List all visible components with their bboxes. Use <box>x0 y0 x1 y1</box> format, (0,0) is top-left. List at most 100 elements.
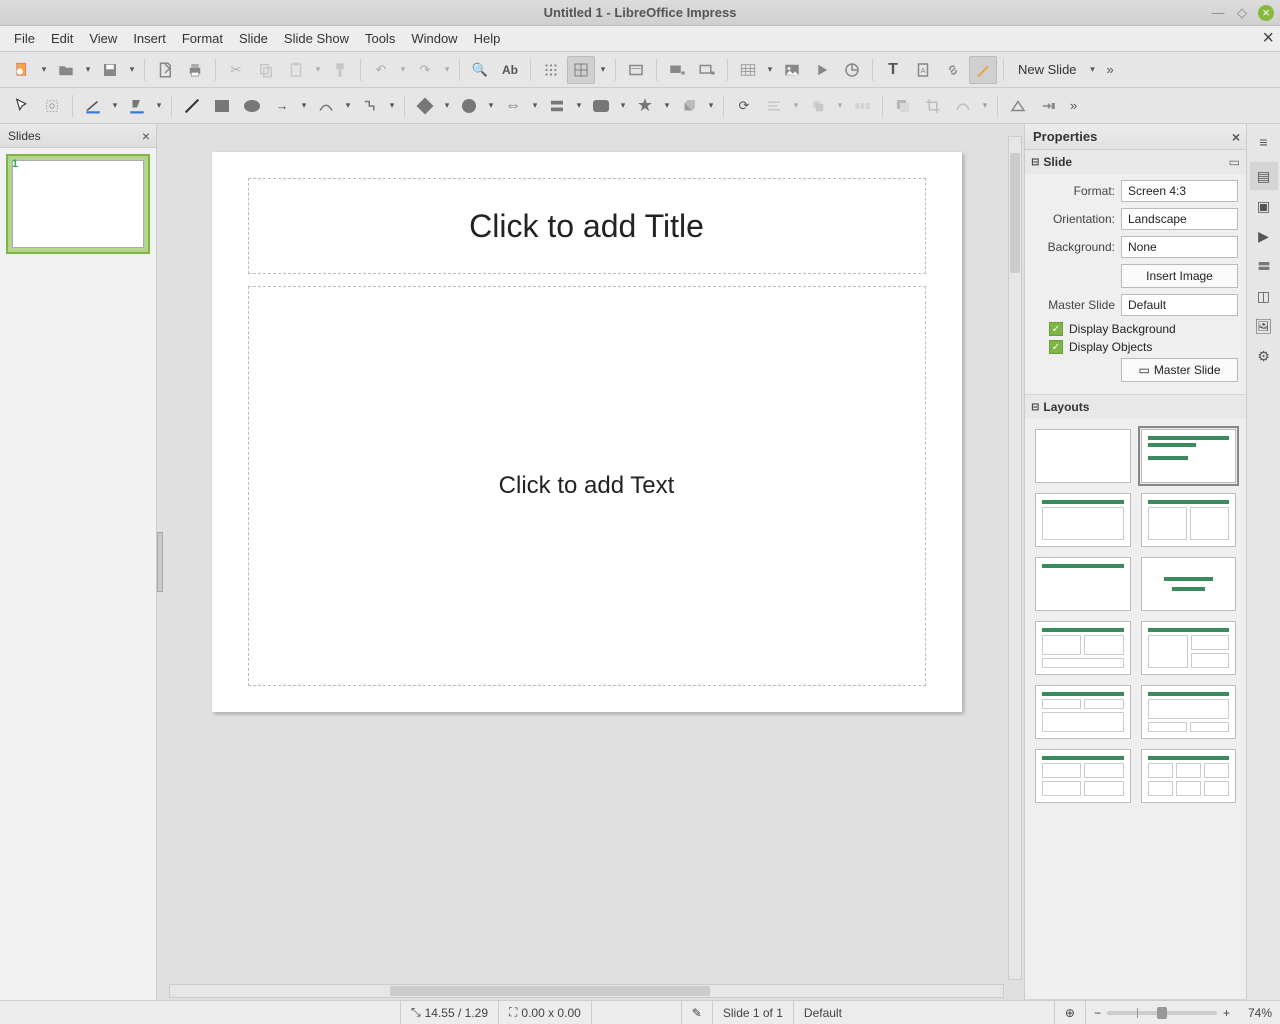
curve-dropdown-icon[interactable]: ▾ <box>342 92 354 120</box>
media-icon[interactable] <box>808 56 836 84</box>
slide-section-header[interactable]: ⊟ Slide ▭ <box>1025 150 1246 174</box>
flowchart-dropdown-icon[interactable]: ▾ <box>573 92 585 120</box>
layout-1over2[interactable] <box>1141 685 1237 739</box>
block-arrows-dropdown-icon[interactable]: ▾ <box>529 92 541 120</box>
textbox-v-icon[interactable]: A <box>909 56 937 84</box>
shadow-icon[interactable] <box>889 92 917 120</box>
master-slide-select[interactable]: Default <box>1121 294 1238 316</box>
line-tool-icon[interactable] <box>178 92 206 120</box>
menu-insert[interactable]: Insert <box>125 28 174 49</box>
settings-tab-icon[interactable]: ⚙ <box>1250 342 1278 370</box>
textbox-icon[interactable]: T <box>879 56 907 84</box>
menu-file[interactable]: File <box>6 28 43 49</box>
menu-view[interactable]: View <box>81 28 125 49</box>
master-slides-tab-icon[interactable] <box>1250 252 1278 280</box>
filter-dropdown-icon[interactable]: ▾ <box>979 92 991 120</box>
cut-icon[interactable]: ✂ <box>222 56 250 84</box>
layout-6content[interactable] <box>1141 749 1237 803</box>
connector-tool-icon[interactable] <box>356 92 384 120</box>
master-slide-icon[interactable] <box>622 56 650 84</box>
spellcheck-icon[interactable]: Ab <box>496 56 524 84</box>
insert-image-button[interactable]: Insert Image <box>1121 264 1238 288</box>
callout-dropdown-icon[interactable]: ▾ <box>617 92 629 120</box>
slide-thumbnail-1[interactable]: 1 <box>6 154 150 254</box>
layout-title-1content[interactable] <box>1035 493 1131 547</box>
hyperlink-icon[interactable] <box>939 56 967 84</box>
snap-dropdown-icon[interactable]: ▾ <box>597 56 609 84</box>
distribute-icon[interactable] <box>848 92 876 120</box>
orientation-select[interactable]: Landscape <box>1121 208 1238 230</box>
slides-panel-close-icon[interactable]: × <box>142 128 150 144</box>
extrusion-icon[interactable] <box>1004 92 1032 120</box>
3d-dropdown-icon[interactable]: ▾ <box>705 92 717 120</box>
background-select[interactable]: None <box>1121 236 1238 258</box>
rectangle-tool-icon[interactable] <box>208 92 236 120</box>
basic-shapes-icon[interactable] <box>411 92 439 120</box>
signature-status[interactable]: ✎ <box>682 1001 713 1024</box>
left-pane-grip[interactable] <box>157 532 163 592</box>
export-pdf-icon[interactable] <box>151 56 179 84</box>
properties-close-icon[interactable]: × <box>1232 129 1240 145</box>
show-draw-functions-icon[interactable] <box>969 56 997 84</box>
curve-tool-icon[interactable] <box>312 92 340 120</box>
display-background-checkbox[interactable]: ✓ Display Background <box>1049 322 1238 336</box>
layouts-section-header[interactable]: ⊟ Layouts <box>1025 395 1246 419</box>
stars-dropdown-icon[interactable]: ▾ <box>661 92 673 120</box>
fill-color-dropdown-icon[interactable]: ▾ <box>153 92 165 120</box>
table-icon[interactable] <box>734 56 762 84</box>
block-arrows-icon[interactable]: ⇔ <box>499 92 527 120</box>
select-tool-icon[interactable] <box>8 92 36 120</box>
fill-color-icon[interactable] <box>123 92 151 120</box>
flowchart-icon[interactable] <box>543 92 571 120</box>
3d-icon[interactable] <box>675 92 703 120</box>
rotate-icon[interactable]: ⟳ <box>730 92 758 120</box>
arrange-icon[interactable] <box>804 92 832 120</box>
basic-shapes-dropdown-icon[interactable]: ▾ <box>441 92 453 120</box>
properties-tab-icon[interactable]: ▤ <box>1250 162 1278 190</box>
layout-centered[interactable] <box>1141 557 1237 611</box>
navigator-tab-icon[interactable]: ◫ <box>1250 282 1278 310</box>
layout-title-only[interactable] <box>1035 557 1131 611</box>
align-dropdown-icon[interactable]: ▾ <box>790 92 802 120</box>
line-color-dropdown-icon[interactable]: ▾ <box>109 92 121 120</box>
layout-4content[interactable] <box>1035 749 1131 803</box>
menu-tools[interactable]: Tools <box>357 28 403 49</box>
ellipse-tool-icon[interactable] <box>238 92 266 120</box>
menu-window[interactable]: Window <box>403 28 465 49</box>
menu-edit[interactable]: Edit <box>43 28 81 49</box>
layout-title-content[interactable] <box>1141 429 1237 483</box>
zoom-out-icon[interactable]: − <box>1094 1006 1101 1020</box>
connector-dropdown-icon[interactable]: ▾ <box>386 92 398 120</box>
undo-icon[interactable]: ↶ <box>367 56 395 84</box>
layout-2over1[interactable] <box>1035 685 1131 739</box>
filter-icon[interactable] <box>949 92 977 120</box>
start-first-icon[interactable] <box>663 56 691 84</box>
section-menu-icon[interactable]: ▭ <box>1229 155 1240 169</box>
gallery-tab-icon[interactable]: 🖼 <box>1250 312 1278 340</box>
chart-icon[interactable] <box>838 56 866 84</box>
title-placeholder[interactable]: Click to add Title <box>248 178 926 274</box>
window-close-icon[interactable]: × <box>1258 5 1274 21</box>
find-icon[interactable]: 🔍 <box>466 56 494 84</box>
animation-tab-icon[interactable]: ▶ <box>1250 222 1278 250</box>
menu-slide[interactable]: Slide <box>231 28 276 49</box>
vertical-scrollbar[interactable] <box>1008 136 1022 980</box>
align-icon[interactable] <box>760 92 788 120</box>
crop-icon[interactable] <box>919 92 947 120</box>
sidebar-menu-icon[interactable]: ≡ <box>1250 128 1278 156</box>
layout-2x1[interactable] <box>1035 621 1131 675</box>
redo-dropdown-icon[interactable]: ▾ <box>441 56 453 84</box>
format-select[interactable]: Screen 4:3 <box>1121 180 1238 202</box>
maximize-icon[interactable]: ◇ <box>1234 5 1250 21</box>
slide-canvas[interactable]: Click to add Title Click to add Text <box>212 152 962 712</box>
copy-icon[interactable] <box>252 56 280 84</box>
table-dropdown-icon[interactable]: ▾ <box>764 56 776 84</box>
fit-slide-icon[interactable]: ⊕ <box>1055 1001 1086 1024</box>
slide-transition-tab-icon[interactable]: ▣ <box>1250 192 1278 220</box>
menu-help[interactable]: Help <box>466 28 509 49</box>
layout-title-2content[interactable] <box>1141 493 1237 547</box>
symbol-shapes-dropdown-icon[interactable]: ▾ <box>485 92 497 120</box>
callout-icon[interactable] <box>587 92 615 120</box>
drawing-overflow-icon[interactable]: » <box>1064 98 1083 113</box>
zoom-slider[interactable] <box>1107 1011 1217 1015</box>
